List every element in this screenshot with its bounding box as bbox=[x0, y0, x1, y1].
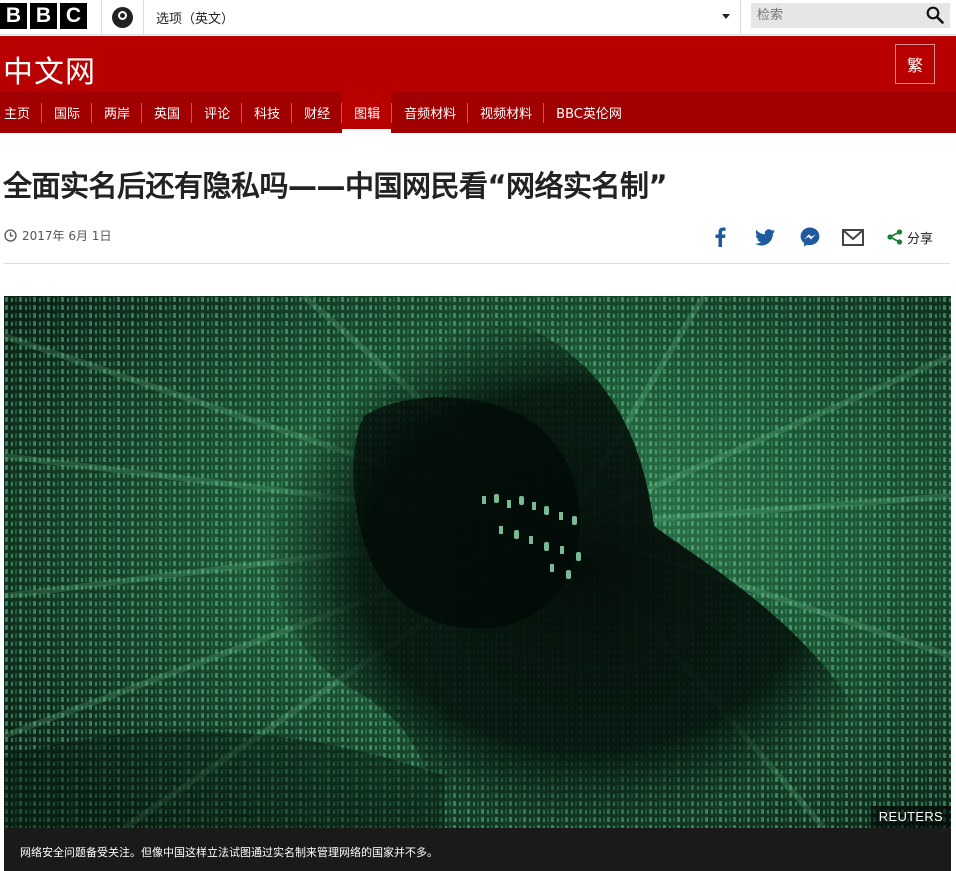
language-select[interactable]: 选项（英文） bbox=[156, 0, 732, 35]
nav-item-label: 财经 bbox=[304, 107, 331, 122]
nav-item-video[interactable]: 视频材料 bbox=[468, 92, 543, 133]
masthead: 中文网 繁 bbox=[0, 36, 956, 92]
nav-item-bbc-uk-china[interactable]: BBC英伦网 bbox=[544, 92, 633, 133]
share-icon bbox=[887, 229, 903, 245]
nav-item-technology[interactable]: 科技 bbox=[242, 92, 291, 133]
nav-item-label: 视频材料 bbox=[480, 107, 533, 122]
top-bar: B B C 选项（英文） bbox=[0, 0, 956, 35]
article-image: REUTERS bbox=[4, 296, 951, 828]
share-button[interactable]: 分享 bbox=[887, 225, 933, 249]
bbc-logo-letter: B bbox=[0, 3, 27, 29]
search-box bbox=[751, 3, 950, 28]
article-date: 2017年 6月 1日 bbox=[22, 229, 112, 243]
nav-item-photos[interactable]: 图辑 bbox=[342, 92, 392, 133]
image-caption: 网络安全问题备受关注。但像中国这样立法试图通过实名制来管理网络的国家并不多。 bbox=[4, 828, 951, 871]
twitter-icon bbox=[755, 228, 775, 245]
article-meta: 2017年 6月 1日 bbox=[4, 227, 111, 244]
clock-icon bbox=[4, 229, 17, 242]
nav-item-label: 评论 bbox=[204, 107, 231, 122]
nav-item-label: BBC英伦网 bbox=[556, 107, 622, 122]
nav-item-uk[interactable]: 英国 bbox=[142, 92, 191, 133]
nav-item-label: 音频材料 bbox=[404, 107, 457, 122]
nav-item-label: 两岸 bbox=[104, 107, 131, 122]
nav-item-label: 图辑 bbox=[354, 107, 381, 122]
site-title[interactable]: 中文网 bbox=[3, 47, 96, 91]
divider bbox=[4, 263, 950, 264]
bbc-logo-letter: C bbox=[60, 3, 87, 29]
hacker-binary-image bbox=[4, 296, 951, 828]
nav-item-audio[interactable]: 音频材料 bbox=[392, 92, 467, 133]
facebook-icon bbox=[715, 227, 726, 247]
search-icon[interactable] bbox=[926, 6, 944, 24]
account-button[interactable] bbox=[101, 0, 143, 35]
nav-item-business[interactable]: 财经 bbox=[292, 92, 341, 133]
nav-item-label: 国际 bbox=[54, 107, 81, 122]
nav-item-label: 科技 bbox=[254, 107, 281, 122]
nav-item-home[interactable]: 主页 bbox=[0, 92, 41, 133]
share-twitter-button[interactable] bbox=[753, 225, 777, 249]
messenger-icon bbox=[800, 227, 820, 247]
nav-item-international[interactable]: 国际 bbox=[42, 92, 91, 133]
share-label: 分享 bbox=[907, 231, 934, 247]
image-credit: REUTERS bbox=[870, 806, 951, 828]
nav-item-comment[interactable]: 评论 bbox=[192, 92, 241, 133]
nav-item-label: 英国 bbox=[154, 107, 181, 122]
traditional-chinese-button[interactable]: 繁 bbox=[895, 44, 935, 84]
email-icon bbox=[842, 228, 864, 246]
chevron-down-icon bbox=[722, 14, 730, 19]
divider bbox=[143, 0, 144, 35]
bbc-logo-letter: B bbox=[30, 3, 57, 29]
bbc-logo[interactable]: B B C bbox=[0, 3, 87, 29]
share-messenger-button[interactable] bbox=[798, 225, 822, 249]
share-tools: 分享 bbox=[700, 223, 950, 251]
nav-item-cross-strait[interactable]: 两岸 bbox=[92, 92, 141, 133]
share-facebook-button[interactable] bbox=[708, 225, 732, 249]
search-input[interactable] bbox=[751, 3, 921, 28]
share-email-button[interactable] bbox=[841, 225, 865, 249]
divider bbox=[740, 0, 741, 35]
language-select-value: 选项（英文） bbox=[156, 12, 235, 27]
nav-item-label: 主页 bbox=[4, 107, 31, 122]
account-icon bbox=[111, 7, 133, 28]
main-nav: 主页 国际 两岸 英国 评论 科技 财经 图辑 音频材料 视频材料 BBC英伦网 bbox=[0, 92, 956, 133]
article-headline: 全面实名后还有隐私吗——中国网民看“网络实名制” bbox=[3, 169, 668, 203]
